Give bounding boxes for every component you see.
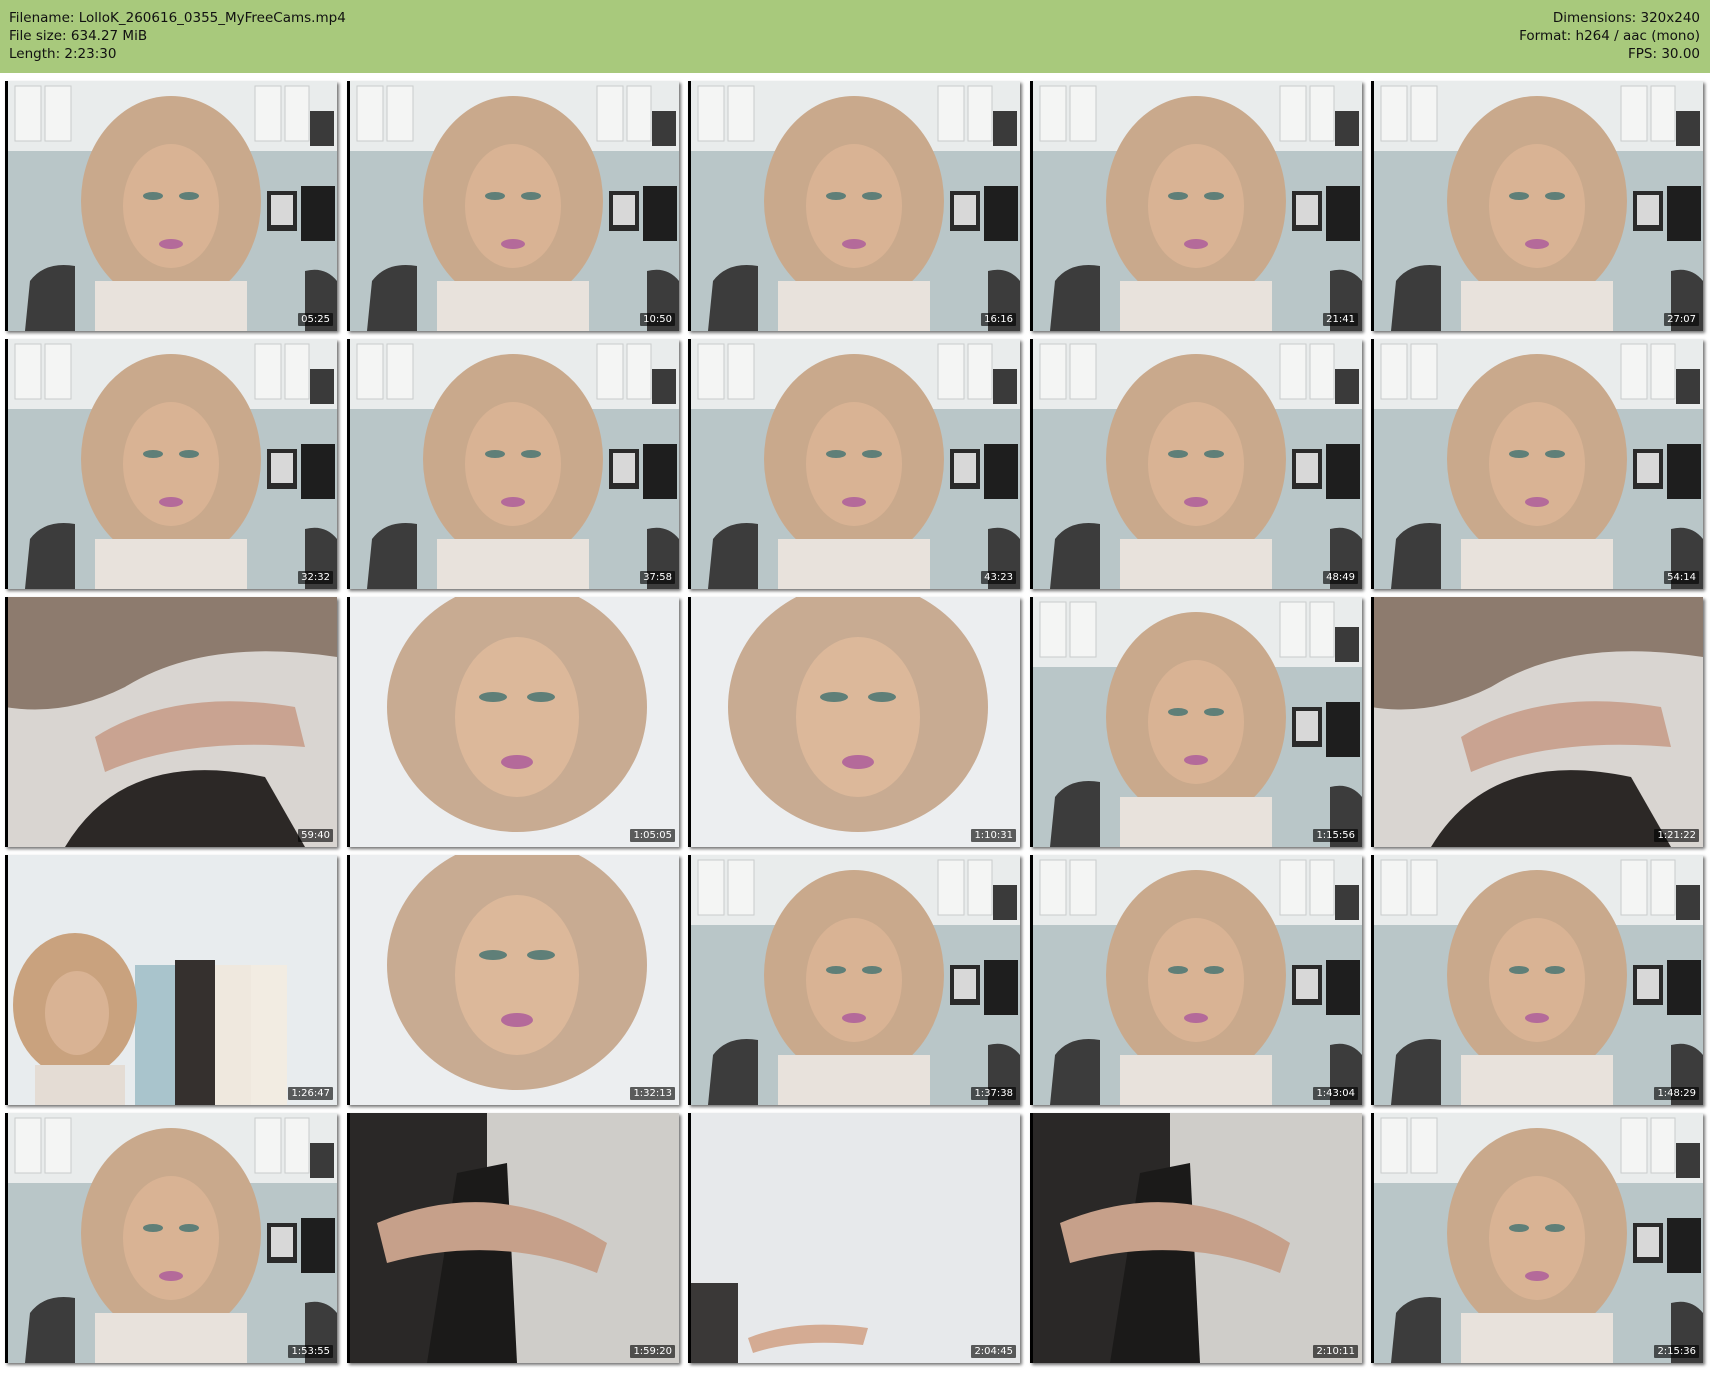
- thumbnail-frame[interactable]: 21:41: [1030, 81, 1362, 331]
- timestamp-label: 21:41: [1323, 313, 1358, 326]
- thumbnail-border: [688, 1113, 1020, 1363]
- thumbnail-border: [1371, 855, 1703, 1105]
- thumbnail-border: [1030, 597, 1362, 847]
- thumbnail-border: [1371, 81, 1703, 331]
- timestamp-label: 48:49: [1323, 571, 1358, 584]
- thumbnail-frame[interactable]: 05:25: [5, 81, 337, 331]
- thumbnail-border: [1371, 597, 1703, 847]
- thumbnail-frame[interactable]: 16:16: [688, 81, 1020, 331]
- thumbnail-border: [347, 597, 679, 847]
- thumbnail-frame[interactable]: 2:15:36: [1371, 1113, 1703, 1363]
- format-label: Format: h264 / aac (mono): [1519, 28, 1700, 44]
- thumbnail-border: [1030, 81, 1362, 331]
- thumbnail-border: [347, 81, 679, 331]
- dimensions-label: Dimensions: 320x240: [1552, 10, 1700, 26]
- thumbnail-frame[interactable]: 1:26:47: [5, 855, 337, 1105]
- thumbnail-frame[interactable]: 54:14: [1371, 339, 1703, 589]
- thumbnail-frame[interactable]: 1:37:38: [688, 855, 1020, 1105]
- length-label: Length: 2:23:30: [9, 46, 117, 62]
- timestamp-label: 1:15:56: [1313, 829, 1358, 842]
- thumbnail-frame[interactable]: 43:23: [688, 339, 1020, 589]
- timestamp-label: 10:50: [640, 313, 675, 326]
- thumbnail-border: [688, 855, 1020, 1105]
- thumbnail-frame[interactable]: 48:49: [1030, 339, 1362, 589]
- filename-label: Filename: LolloK_260616_0355_MyFreeCams.…: [9, 10, 346, 26]
- thumbnail-frame[interactable]: 37:58: [347, 339, 679, 589]
- timestamp-label: 1:21:22: [1654, 829, 1699, 842]
- thumbnail-border: [688, 597, 1020, 847]
- thumbnail-border: [1030, 339, 1362, 589]
- thumbnail-frame[interactable]: 10:50: [347, 81, 679, 331]
- filesize-label: File size: 634.27 MiB: [9, 28, 148, 44]
- timestamp-label: 1:59:20: [630, 1345, 675, 1358]
- thumbnail-border: [1030, 1113, 1362, 1363]
- thumbnail-frame[interactable]: 1:48:29: [1371, 855, 1703, 1105]
- thumbnail-frame[interactable]: 1:15:56: [1030, 597, 1362, 847]
- timestamp-label: 05:25: [298, 313, 333, 326]
- thumbnail-frame[interactable]: 1:10:31: [688, 597, 1020, 847]
- timestamp-label: 1:10:31: [971, 829, 1016, 842]
- timestamp-label: 43:23: [981, 571, 1016, 584]
- thumbnail-frame[interactable]: 59:40: [5, 597, 337, 847]
- thumbnail-grid: 05:25 10:50 16:16 21:41 27:07 32:32 37:58 43:23…: [5, 81, 1705, 1369]
- timestamp-label: 1:05:05: [630, 829, 675, 842]
- thumbnail-frame[interactable]: 32:32: [5, 339, 337, 589]
- timestamp-label: 1:48:29: [1654, 1087, 1699, 1100]
- thumbnail-border: [1030, 855, 1362, 1105]
- thumbnail-frame[interactable]: 2:10:11: [1030, 1113, 1362, 1363]
- thumbnail-frame[interactable]: 1:21:22: [1371, 597, 1703, 847]
- thumbnail-border: [347, 1113, 679, 1363]
- thumbnail-border: [5, 855, 337, 1105]
- timestamp-label: 37:58: [640, 571, 675, 584]
- thumbnail-frame[interactable]: 1:05:05: [347, 597, 679, 847]
- timestamp-label: 2:04:45: [971, 1345, 1016, 1358]
- thumbnail-frame[interactable]: 1:43:04: [1030, 855, 1362, 1105]
- thumbnail-frame[interactable]: 1:59:20: [347, 1113, 679, 1363]
- thumbnail-frame[interactable]: 1:53:55: [5, 1113, 337, 1363]
- timestamp-label: 54:14: [1664, 571, 1699, 584]
- thumbnail-border: [1371, 1113, 1703, 1363]
- timestamp-label: 16:16: [981, 313, 1016, 326]
- timestamp-label: 1:32:13: [630, 1087, 675, 1100]
- thumbnail-border: [5, 339, 337, 589]
- thumbnail-border: [5, 81, 337, 331]
- timestamp-label: 27:07: [1664, 313, 1699, 326]
- timestamp-label: 1:37:38: [971, 1087, 1016, 1100]
- timestamp-label: 2:10:11: [1313, 1345, 1358, 1358]
- thumbnail-frame[interactable]: 2:04:45: [688, 1113, 1020, 1363]
- thumbnail-border: [688, 81, 1020, 331]
- file-info-right: Dimensions: 320x240 Format: h264 / aac (…: [1519, 9, 1700, 63]
- fps-label: FPS: 30.00: [1628, 46, 1700, 62]
- info-header: Filename: LolloK_260616_0355_MyFreeCams.…: [0, 0, 1710, 73]
- thumbnail-border: [5, 1113, 337, 1363]
- timestamp-label: 1:43:04: [1313, 1087, 1358, 1100]
- thumbnail-border: [347, 339, 679, 589]
- timestamp-label: 32:32: [298, 571, 333, 584]
- file-info-left: Filename: LolloK_260616_0355_MyFreeCams.…: [9, 9, 346, 63]
- thumbnail-border: [347, 855, 679, 1105]
- timestamp-label: 2:15:36: [1654, 1345, 1699, 1358]
- timestamp-label: 1:26:47: [288, 1087, 333, 1100]
- thumbnail-border: [688, 339, 1020, 589]
- thumbnail-frame[interactable]: 27:07: [1371, 81, 1703, 331]
- thumbnail-frame[interactable]: 1:32:13: [347, 855, 679, 1105]
- timestamp-label: 59:40: [298, 829, 333, 842]
- thumbnail-border: [5, 597, 337, 847]
- thumbnail-border: [1371, 339, 1703, 589]
- timestamp-label: 1:53:55: [288, 1345, 333, 1358]
